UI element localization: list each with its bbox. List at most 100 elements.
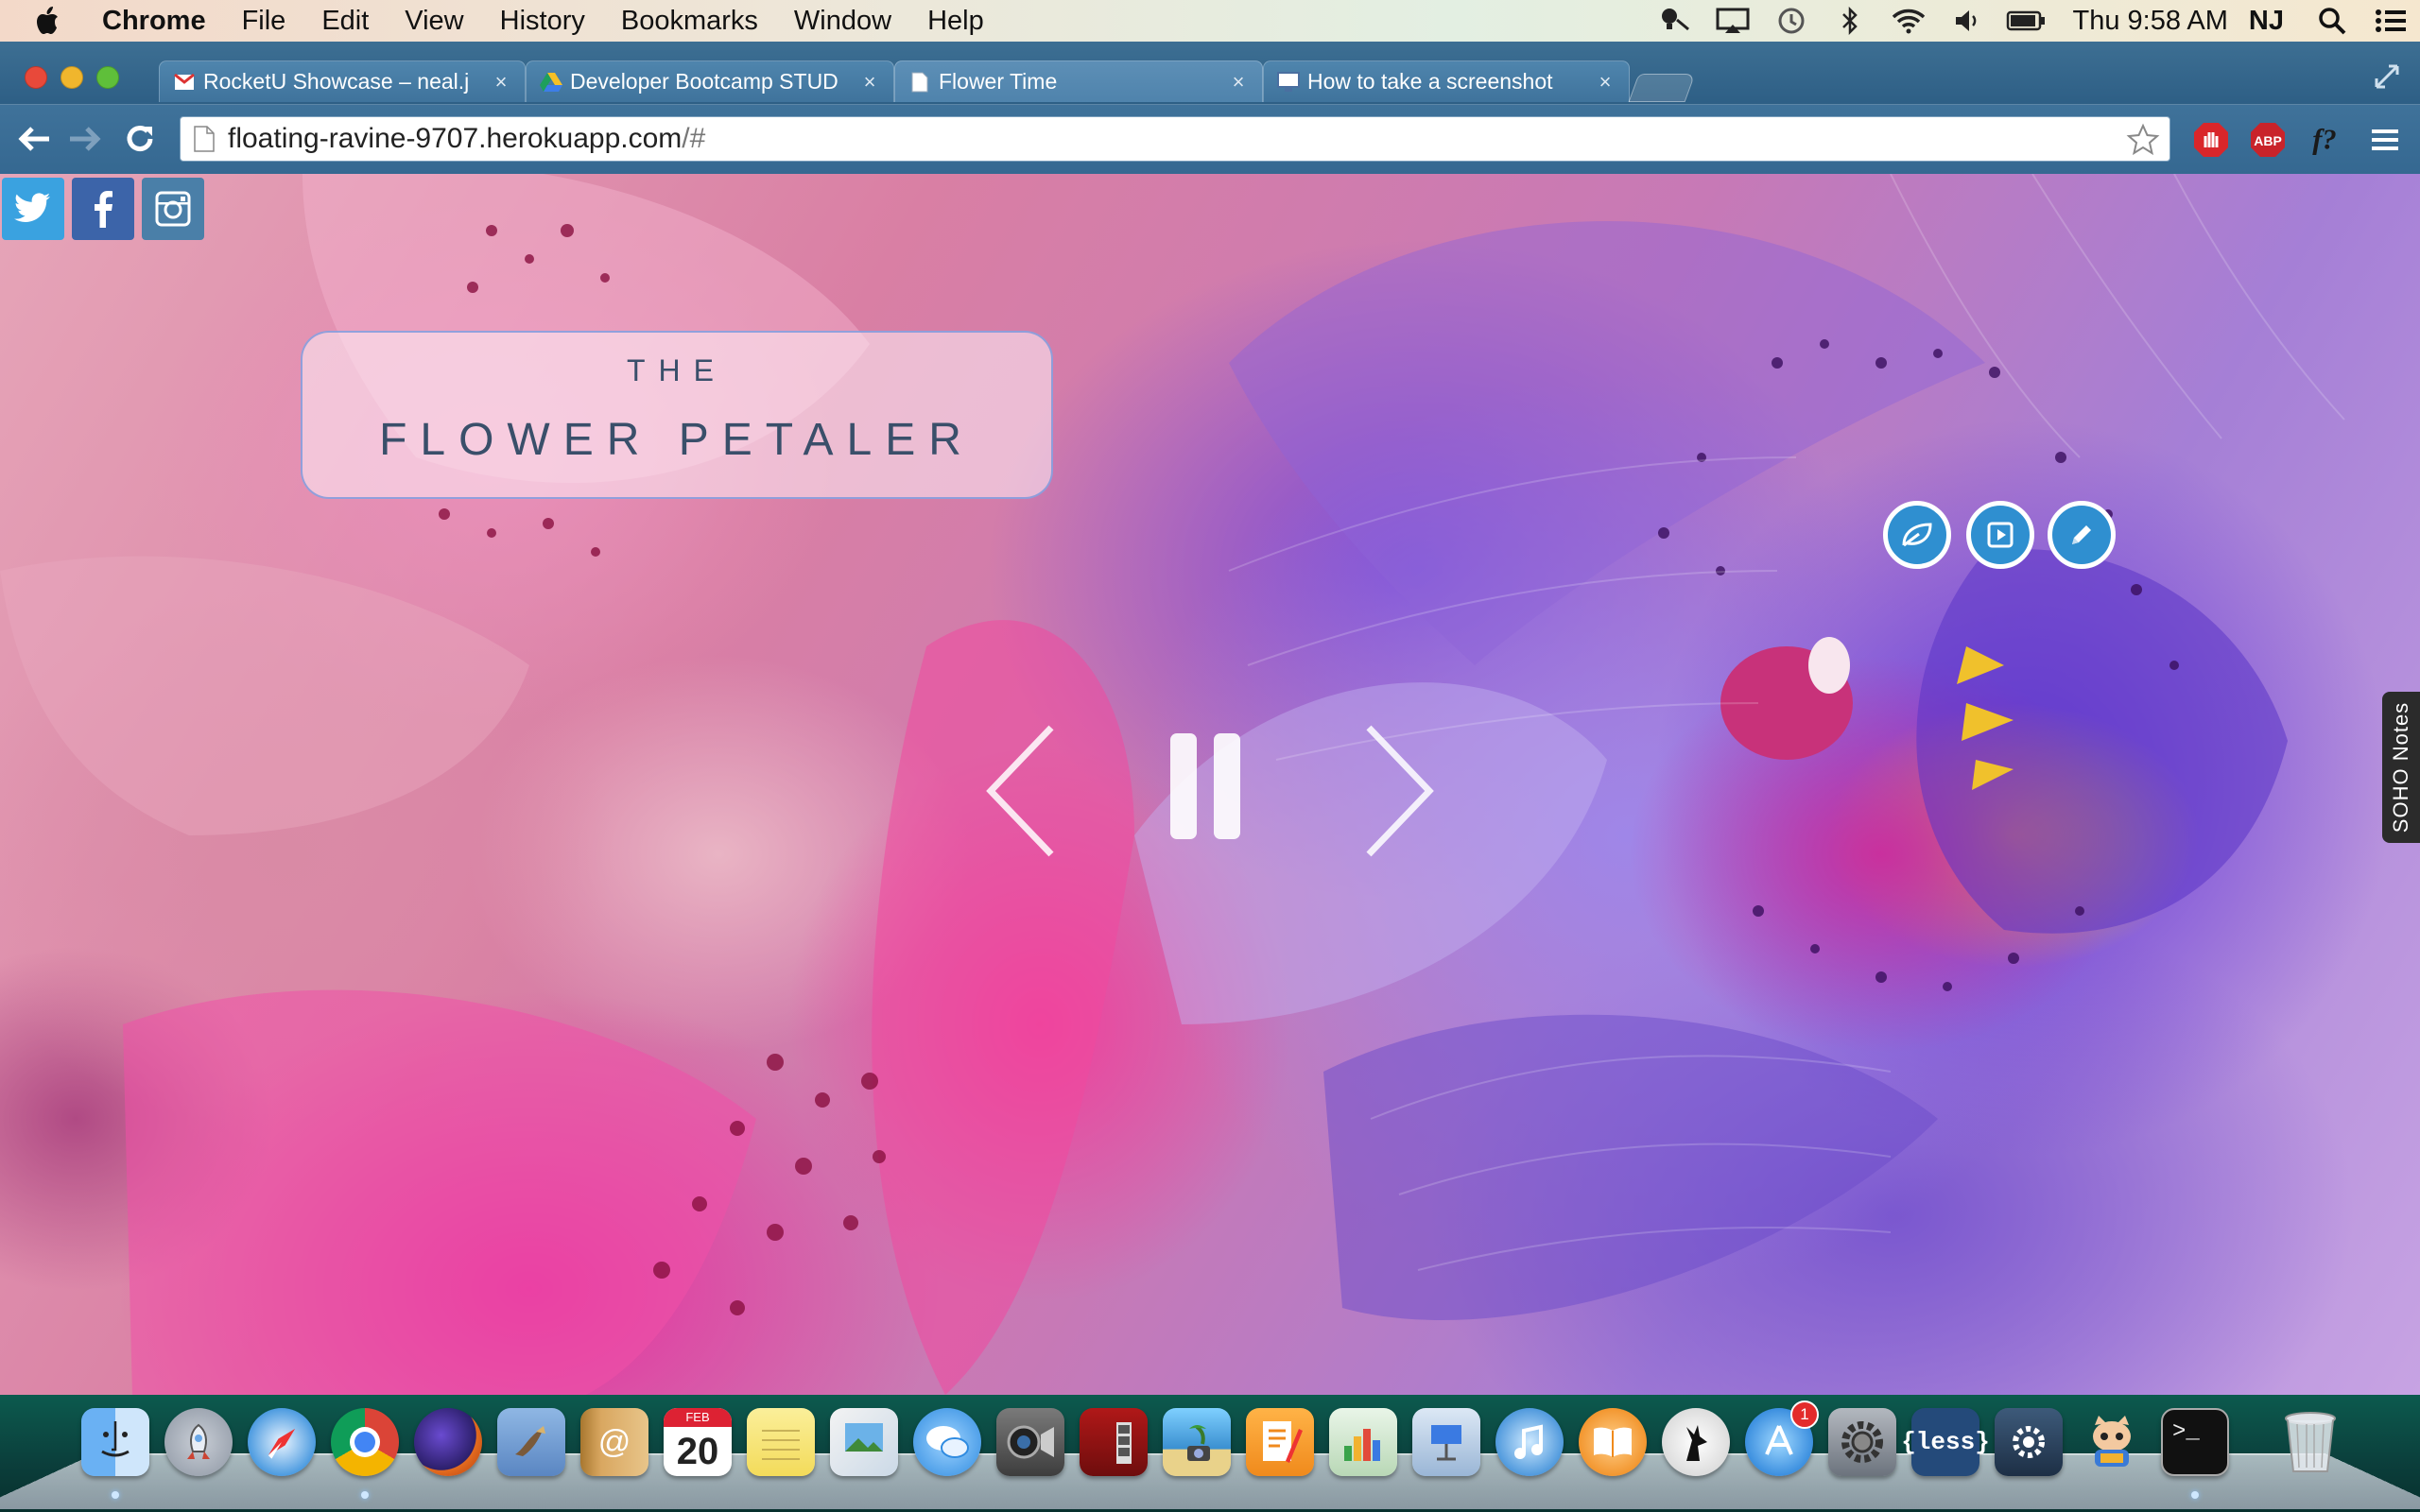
keynote-icon[interactable] (1412, 1408, 1480, 1476)
tab-close-icon[interactable]: × (1595, 71, 1616, 93)
calendar-day: 20 (676, 1431, 719, 1472)
apple-icon[interactable] (34, 4, 64, 38)
monitor-icon (1277, 71, 1300, 94)
notes-icon[interactable] (747, 1408, 815, 1476)
slideshow-play-button[interactable] (1966, 501, 2034, 569)
spotlight-bulb-icon[interactable] (1654, 4, 1694, 38)
facetime-icon[interactable] (996, 1408, 1064, 1476)
menu-history[interactable]: History (500, 6, 585, 37)
dock: @ FEB 20 1 {less} >_ (0, 1400, 2420, 1506)
volume-icon[interactable] (1947, 4, 1987, 38)
fontface-ninja-icon[interactable]: f? (2305, 120, 2344, 160)
app-store-icon[interactable]: 1 (1745, 1400, 1819, 1476)
chrome-running-indicator (361, 1491, 369, 1499)
github-octocat-icon[interactable] (2078, 1408, 2146, 1476)
pause-slideshow-button[interactable] (1163, 731, 1248, 841)
page-viewport: THE FLOWER PETALER SOHO Notes (0, 174, 2420, 1395)
mail-icon[interactable] (497, 1408, 565, 1476)
gear-app-icon[interactable] (1995, 1408, 2063, 1476)
tab-close-icon[interactable]: × (859, 71, 880, 93)
instagram-button[interactable] (142, 178, 204, 240)
window-close-button[interactable] (25, 66, 47, 89)
previous-slide-button[interactable] (983, 720, 1059, 862)
contacts-icon[interactable]: @ (580, 1408, 648, 1476)
soho-notes-label: SOHO Notes (2389, 701, 2412, 833)
clock[interactable]: Thu 9:58 AM (2072, 6, 2227, 37)
tab-title: Flower Time (939, 69, 1058, 94)
search-icon[interactable] (2312, 4, 2352, 38)
twitter-button[interactable] (2, 178, 64, 240)
system-preferences-icon[interactable] (1828, 1408, 1896, 1476)
back-arrow-icon[interactable] (15, 120, 53, 158)
preview-icon[interactable] (830, 1408, 898, 1476)
menu-view[interactable]: View (405, 6, 463, 37)
safari-icon[interactable] (248, 1408, 316, 1476)
terminal-icon[interactable]: >_ (2161, 1408, 2229, 1476)
abp-icon[interactable]: ABP (2248, 120, 2288, 160)
time-machine-icon[interactable] (1772, 4, 1811, 38)
finder-icon[interactable] (81, 1408, 149, 1476)
leaf-button[interactable] (1883, 501, 1951, 569)
menu-edit[interactable]: Edit (321, 6, 369, 37)
url-host: floating-ravine-9707.herokuapp.com (228, 123, 683, 154)
chevron-right-icon (1366, 725, 1434, 857)
menu-window[interactable]: Window (794, 6, 891, 37)
gmail-icon (173, 71, 196, 94)
abp-label: ABP (2254, 133, 2282, 148)
menu-extras: Thu 9:58 AM NJ (1645, 0, 2420, 42)
less-app-icon[interactable]: {less} (1901, 1408, 1990, 1476)
pencil-icon (2072, 525, 2091, 544)
fullscreen-icon[interactable] (2373, 62, 2401, 91)
adblock-hand-icon[interactable] (2191, 120, 2231, 160)
new-tab-button[interactable] (1628, 74, 1696, 102)
iphoto-icon[interactable] (1163, 1408, 1231, 1476)
instagram-icon (155, 191, 191, 227)
menu-bookmarks[interactable]: Bookmarks (621, 6, 758, 37)
tab-screenshot-howto[interactable]: How to take a screenshot × (1263, 60, 1630, 102)
browser-window-frame: RocketU Showcase – neal.j × Developer Bo… (0, 42, 2420, 175)
reload-icon[interactable] (121, 120, 159, 158)
menu-bar: Chrome File Edit View History Bookmarks … (0, 0, 2420, 42)
menu-file[interactable]: File (242, 6, 286, 37)
pause-icon (1170, 733, 1240, 839)
itunes-icon[interactable] (1495, 1408, 1564, 1476)
tab-close-icon[interactable]: × (1228, 71, 1249, 93)
user-initials[interactable]: NJ (2249, 6, 2284, 37)
bluetooth-icon[interactable] (1830, 4, 1870, 38)
launchpad-icon[interactable] (164, 1408, 233, 1476)
page-icon (908, 71, 931, 94)
tab-developer-bootcamp[interactable]: Developer Bootcamp STUD × (526, 60, 894, 102)
photo-booth-icon[interactable] (1080, 1408, 1148, 1476)
notification-center-icon[interactable] (2371, 4, 2411, 38)
menu-help[interactable]: Help (927, 6, 984, 37)
airplay-icon[interactable] (1713, 4, 1753, 38)
messages-icon[interactable] (913, 1408, 981, 1476)
wifi-icon[interactable] (1889, 4, 1928, 38)
ibooks-icon[interactable] (1579, 1408, 1647, 1476)
growl-icon[interactable] (1662, 1408, 1730, 1476)
battery-icon[interactable] (2006, 4, 2046, 38)
chrome-menu-icon[interactable] (2365, 120, 2405, 160)
edit-button[interactable] (2048, 501, 2116, 569)
calendar-icon[interactable]: FEB 20 (664, 1408, 732, 1476)
drive-icon (540, 71, 562, 94)
tab-close-icon[interactable]: × (491, 71, 511, 93)
menu-app-name[interactable]: Chrome (102, 6, 206, 37)
forward-arrow-icon[interactable] (66, 120, 104, 158)
tab-flower-time[interactable]: Flower Time × (894, 60, 1263, 102)
terminal-prompt: >_ (2172, 1419, 2200, 1445)
window-minimize-button[interactable] (60, 66, 83, 89)
chrome-icon[interactable] (331, 1408, 399, 1476)
tab-rocketu-showcase[interactable]: RocketU Showcase – neal.j × (159, 60, 526, 102)
pages-icon[interactable] (1246, 1408, 1314, 1476)
numbers-icon[interactable] (1329, 1408, 1397, 1476)
address-bar[interactable]: floating-ravine-9707.herokuapp.com/# (180, 116, 2170, 162)
next-slide-button[interactable] (1361, 720, 1437, 862)
finder-running-indicator (112, 1491, 119, 1499)
soho-notes-tab[interactable]: SOHO Notes (2382, 692, 2420, 843)
bookmark-star-icon[interactable] (2126, 123, 2160, 157)
facebook-button[interactable] (72, 178, 134, 240)
firefox-icon[interactable] (414, 1408, 482, 1476)
trash-icon[interactable] (2276, 1408, 2344, 1476)
window-zoom-button[interactable] (96, 66, 119, 89)
